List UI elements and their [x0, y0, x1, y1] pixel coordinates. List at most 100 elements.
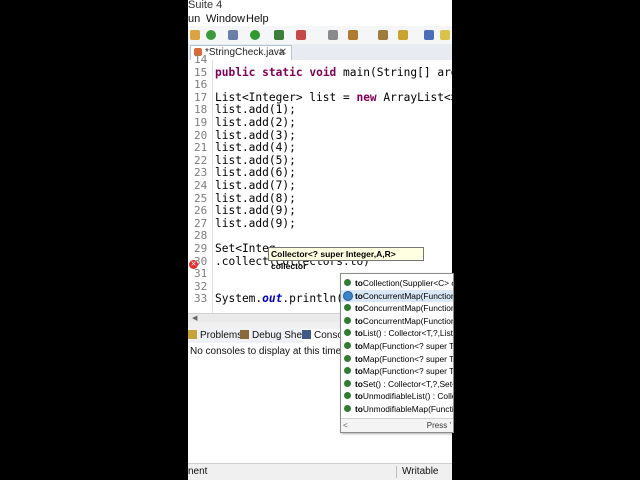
main-toolbar: [188, 26, 452, 45]
completion-item[interactable]: toSet() : Collector<T,?,Set<T: [341, 378, 453, 391]
completion-item[interactable]: toList() : Collector<T,?,List<: [341, 327, 453, 340]
status-writable: Writable: [402, 466, 439, 477]
code-line[interactable]: list.add(8);: [215, 192, 296, 205]
close-tab-icon[interactable]: ✕: [279, 46, 287, 60]
code-line[interactable]: List<Integer> list = new ArrayList<>();: [215, 91, 452, 104]
new-icon[interactable]: [190, 30, 200, 40]
completion-item-label: toMap(Function<? super T,?: [355, 353, 454, 364]
title-bar: Suite 4: [188, 0, 452, 12]
line-number: 14: [194, 53, 208, 66]
line-number: 29: [194, 242, 208, 255]
status-bar: nent Writable: [188, 463, 452, 480]
scroll-left-icon[interactable]: <: [343, 419, 348, 432]
annotation-icon[interactable]: [398, 30, 408, 40]
console-empty-message: No consoles to display at this time.: [190, 346, 344, 357]
completion-item-label: toSet() : Collector<T,?,Set<T: [355, 378, 454, 389]
code-line[interactable]: list.add(3);: [215, 129, 296, 142]
tab-debug-shell[interactable]: Debug Shell: [240, 329, 306, 343]
completion-item[interactable]: toUnmodifiableList() : Colle: [341, 390, 453, 403]
completion-item-label: toMap(Function<? super T,?: [355, 366, 454, 377]
code-line[interactable]: list.add(9);: [215, 217, 296, 230]
code-line[interactable]: System.out.println(s: [215, 292, 350, 305]
line-number: 26: [194, 204, 208, 218]
line-number: 18: [194, 103, 208, 117]
editor-tab-bar: *StringCheck.java ✕: [188, 44, 452, 61]
content-assist-popup[interactable]: toCollection(Supplier<C> c toConcurrentMa…: [340, 273, 454, 433]
coverage-icon[interactable]: [274, 30, 284, 40]
code-line[interactable]: list.add(4);: [215, 141, 296, 154]
code-line[interactable]: Set<Integ: [215, 242, 276, 255]
line-number: 28: [194, 229, 208, 243]
tab-problems[interactable]: Problems: [188, 329, 242, 343]
open-type-icon[interactable]: [348, 30, 358, 40]
menu-window[interactable]: Window: [206, 12, 245, 26]
line-number: 33: [194, 292, 208, 306]
completion-item-label: toMap(Function<? super T,?: [355, 341, 454, 351]
menu-run[interactable]: un: [188, 12, 200, 26]
completion-item[interactable]: toMap(Function<? super T,?: [341, 340, 453, 353]
line-number: 17: [194, 90, 208, 104]
console-icon: [302, 330, 311, 339]
code-line[interactable]: list.add(7);: [215, 179, 296, 192]
problems-icon: [188, 330, 197, 339]
parameter-hint-tooltip: Collector<? super Integer,A,R> collector: [268, 247, 424, 271]
completion-item[interactable]: toConcurrentMap(Function: [341, 315, 453, 328]
content-assist-hint: Press ': [426, 421, 451, 430]
window-title: Suite 4: [188, 0, 223, 11]
line-number: 16: [194, 78, 208, 92]
line-number: 27: [194, 216, 208, 230]
public-method-icon: [344, 392, 351, 400]
skip-breakpoints-icon[interactable]: [206, 30, 216, 40]
new-class-icon[interactable]: [328, 30, 338, 40]
editor-tab-label: *StringCheck.java: [205, 47, 285, 58]
completion-item-label: toCollection(Supplier<C> c: [355, 278, 454, 288]
line-number: 24: [194, 179, 208, 192]
public-method-icon: [344, 367, 351, 375]
public-method-icon: [344, 304, 351, 312]
completion-item-label: toUnmodifiableMap(Functio: [355, 404, 454, 414]
completion-item[interactable]: toMap(Function<? super T,?: [341, 353, 453, 366]
line-number: 21: [194, 141, 208, 155]
pin-editor-icon[interactable]: [440, 30, 450, 40]
completion-item[interactable]: toUnmodifiableMap(Functio: [341, 403, 453, 416]
code-line[interactable]: list.add(2);: [215, 116, 296, 129]
status-left-text: nent: [188, 466, 208, 477]
completion-item-label: toUnmodifiableList() : Colle: [355, 391, 454, 402]
public-method-icon: [344, 405, 351, 412]
public-method-icon: [344, 329, 351, 337]
debug-shell-icon: [240, 330, 249, 339]
line-number: 32: [194, 279, 208, 293]
menu-bar: un Window Help: [188, 12, 452, 26]
completion-item[interactable]: toConcurrentMap(Function: [341, 302, 453, 315]
line-number: 22: [194, 153, 208, 167]
code-line[interactable]: list.add(1);: [215, 103, 296, 116]
completion-item-label: toConcurrentMap(Function: [355, 290, 454, 301]
debug-icon[interactable]: [228, 30, 238, 40]
next-annotation-icon[interactable]: [424, 30, 434, 40]
external-tools-icon[interactable]: [296, 30, 306, 40]
public-method-icon: [343, 290, 353, 301]
public-method-icon: [344, 316, 351, 324]
search-icon[interactable]: [378, 30, 388, 40]
error-marker-icon[interactable]: ✕: [189, 260, 198, 269]
run-icon[interactable]: [250, 30, 260, 40]
completion-item[interactable]: toConcurrentMap(Function: [341, 289, 454, 303]
code-line[interactable]: list.add(9);: [215, 204, 296, 217]
public-method-icon: [344, 379, 351, 387]
code-line[interactable]: public static void main(String[] args) {: [215, 66, 452, 79]
line-number: 20: [194, 128, 208, 142]
completion-item[interactable]: toMap(Function<? super T,?: [341, 365, 453, 378]
menu-help[interactable]: Help: [246, 12, 269, 26]
completion-item-label: toConcurrentMap(Function: [355, 303, 454, 314]
completion-item-label: toList() : Collector<T,?,List<: [355, 328, 454, 339]
completion-item[interactable]: toCollection(Supplier<C> c: [341, 277, 453, 290]
line-number: 23: [194, 166, 208, 180]
line-number: 19: [194, 116, 208, 129]
code-line[interactable]: list.add(6);: [215, 166, 296, 179]
scroll-left-icon[interactable]: ◀: [192, 314, 197, 322]
status-separator: [396, 466, 397, 478]
code-line[interactable]: list.add(5);: [215, 154, 296, 167]
line-number: 15: [194, 65, 208, 79]
public-method-icon: [344, 279, 351, 286]
line-number: 31: [194, 267, 208, 281]
